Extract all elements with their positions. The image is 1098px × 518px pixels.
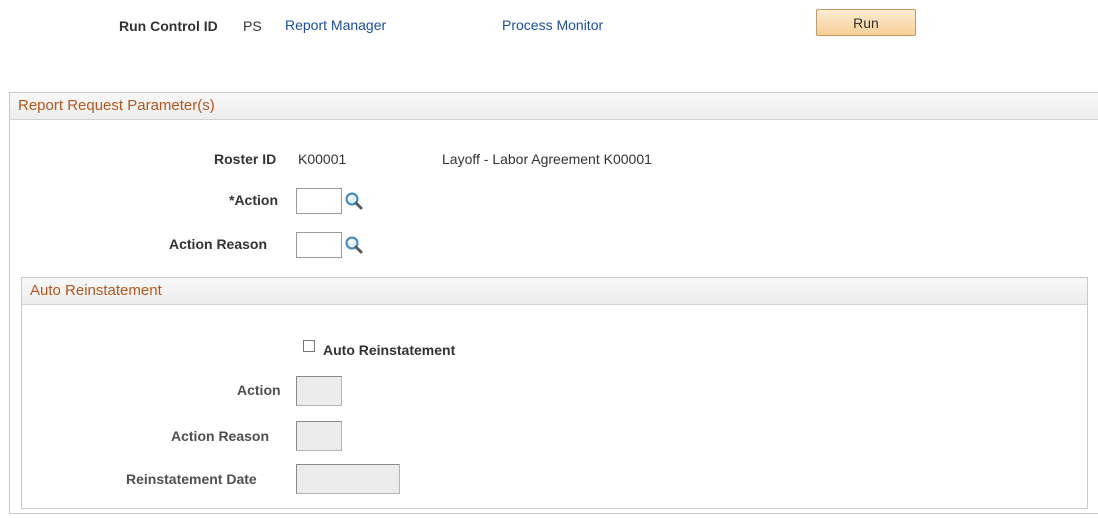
action-reason-input[interactable] [296,232,342,258]
action-label: *Action [229,192,278,208]
report-manager-link[interactable]: Report Manager [285,17,386,33]
reinstatement-date-label: Reinstatement Date [126,471,257,487]
process-monitor-link[interactable]: Process Monitor [502,17,603,33]
run-control-id-label: Run Control ID [119,18,218,34]
auto-reinstatement-header: Auto Reinstatement [22,278,1087,305]
run-button[interactable]: Run [816,9,916,36]
reinstatement-action-reason-input [296,421,342,451]
roster-id-description: Layoff - Labor Agreement K00001 [442,151,652,167]
auto-reinstatement-checkbox[interactable] [303,340,315,352]
roster-id-value: K00001 [298,151,347,167]
run-control-id-value: PS [243,18,262,34]
auto-reinstatement-checkbox-label: Auto Reinstatement [323,342,456,358]
reinstatement-action-input [296,376,342,406]
report-request-parameters-header: Report Request Parameter(s) [10,93,1098,120]
roster-id-label: Roster ID [214,151,277,167]
reinstatement-action-reason-label: Action Reason [171,428,270,444]
action-reason-label: Action Reason [169,236,268,252]
action-input[interactable] [296,188,342,214]
action-reason-lookup-icon[interactable] [344,235,364,255]
action-lookup-icon[interactable] [344,191,364,211]
reinstatement-action-label: Action [237,382,281,398]
reinstatement-date-input [296,464,400,494]
